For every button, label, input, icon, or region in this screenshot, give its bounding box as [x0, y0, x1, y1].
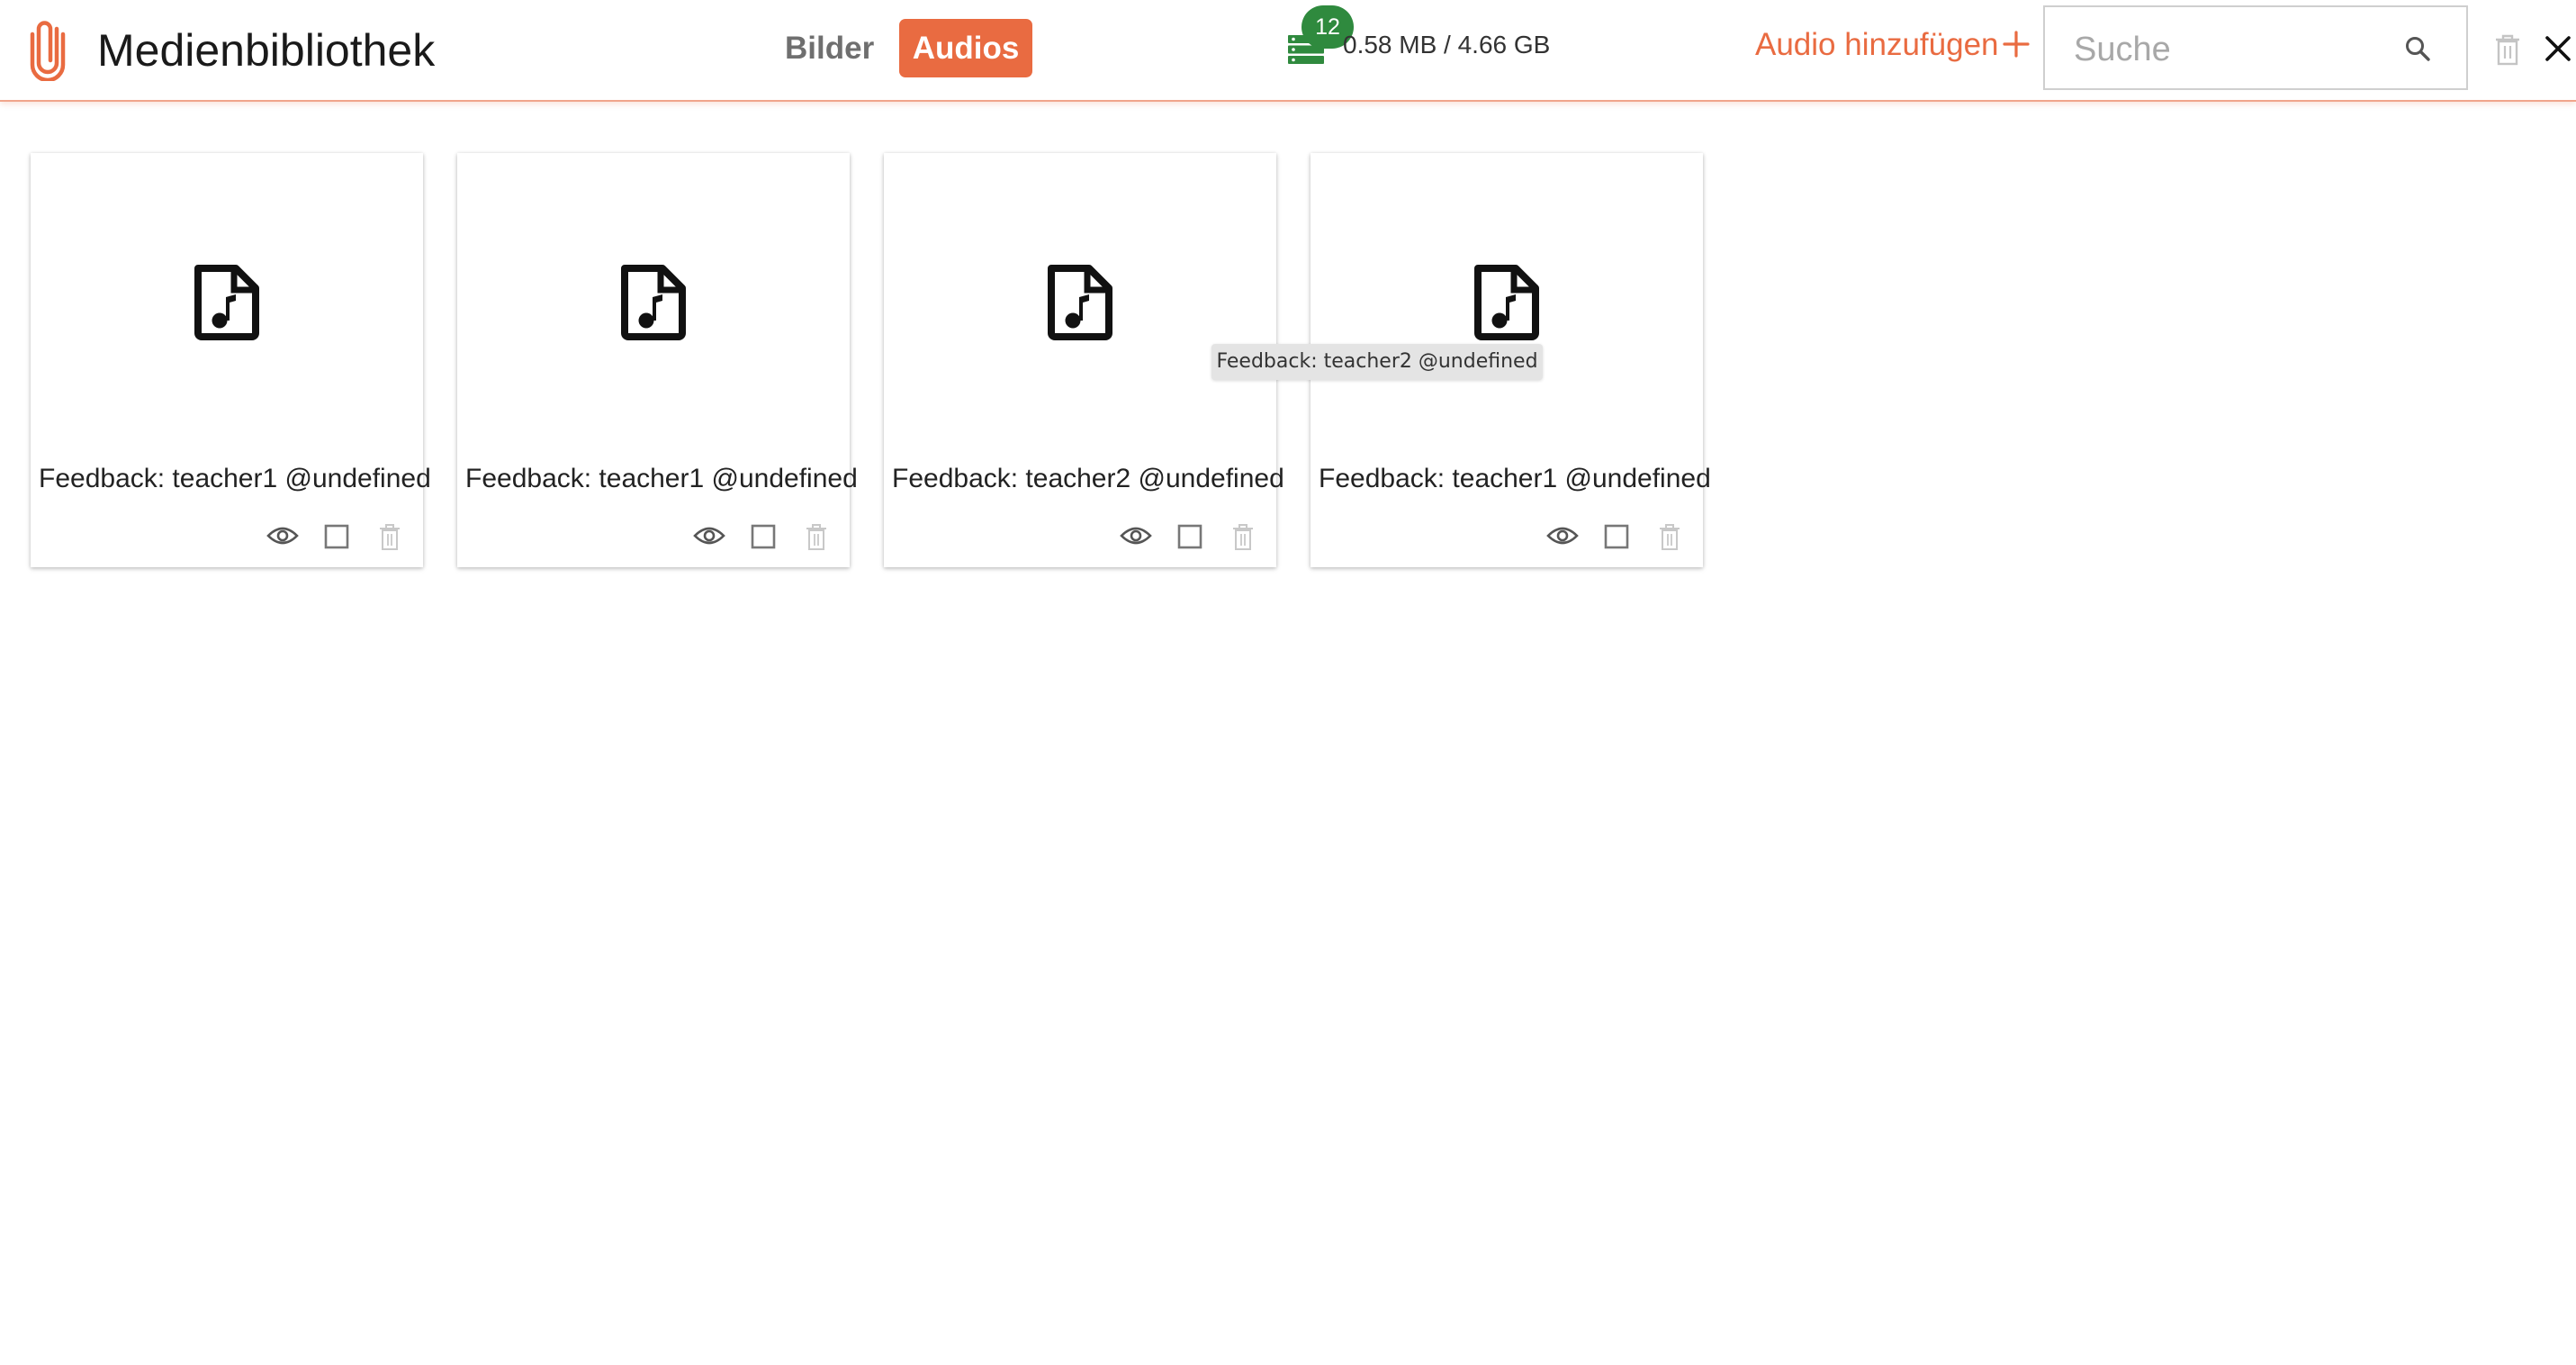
- card-title: Feedback: teacher1 @undefined: [1319, 464, 1711, 493]
- search-box: [2043, 5, 2468, 90]
- eye-icon[interactable]: [266, 524, 299, 547]
- audio-file-icon: [1048, 265, 1112, 340]
- eye-icon[interactable]: [1546, 524, 1579, 547]
- eye-icon[interactable]: [1120, 524, 1152, 547]
- audio-file-icon: [1474, 265, 1539, 340]
- trash-icon[interactable]: [805, 522, 828, 551]
- select-checkbox[interactable]: [1177, 524, 1202, 549]
- search-input[interactable]: [2072, 22, 2391, 77]
- trash-icon[interactable]: [1658, 522, 1681, 551]
- audio-file-icon: [621, 265, 686, 340]
- tab-bilder[interactable]: Bilder: [785, 23, 874, 74]
- close-icon[interactable]: [2544, 34, 2572, 63]
- trash-icon[interactable]: [1231, 522, 1255, 551]
- eye-icon[interactable]: [693, 524, 725, 547]
- paperclip-icon: [30, 21, 66, 81]
- select-checkbox[interactable]: [1604, 524, 1629, 549]
- audio-file-icon: [194, 265, 259, 340]
- media-card[interactable]: Feedback: teacher1 @undefined: [457, 153, 858, 567]
- page-title: Medienbibliothek: [97, 25, 436, 76]
- media-card[interactable]: Feedback: teacher1 @undefined: [31, 153, 431, 567]
- storage-usage: 0.58 MB / 4.66 GB: [1343, 31, 1551, 59]
- card-title: Feedback: teacher1 @undefined: [465, 464, 858, 493]
- card-title: Feedback: teacher1 @undefined: [39, 464, 431, 493]
- card-title: Feedback: teacher2 @undefined: [892, 464, 1284, 493]
- header-bar: Medienbibliothek Bilder Audios 12 0.58 M…: [0, 0, 2576, 102]
- trash-icon[interactable]: [378, 522, 401, 551]
- select-checkbox[interactable]: [324, 524, 349, 549]
- trash-icon[interactable]: [2493, 32, 2522, 67]
- plus-icon[interactable]: [2002, 30, 2031, 59]
- search-icon[interactable]: [2403, 34, 2434, 65]
- add-audio-button[interactable]: Audio hinzufügen: [1755, 27, 1999, 63]
- select-checkbox[interactable]: [751, 524, 776, 549]
- tooltip: Feedback: teacher2 @undefined: [1211, 344, 1543, 380]
- tab-audios[interactable]: Audios: [899, 19, 1032, 77]
